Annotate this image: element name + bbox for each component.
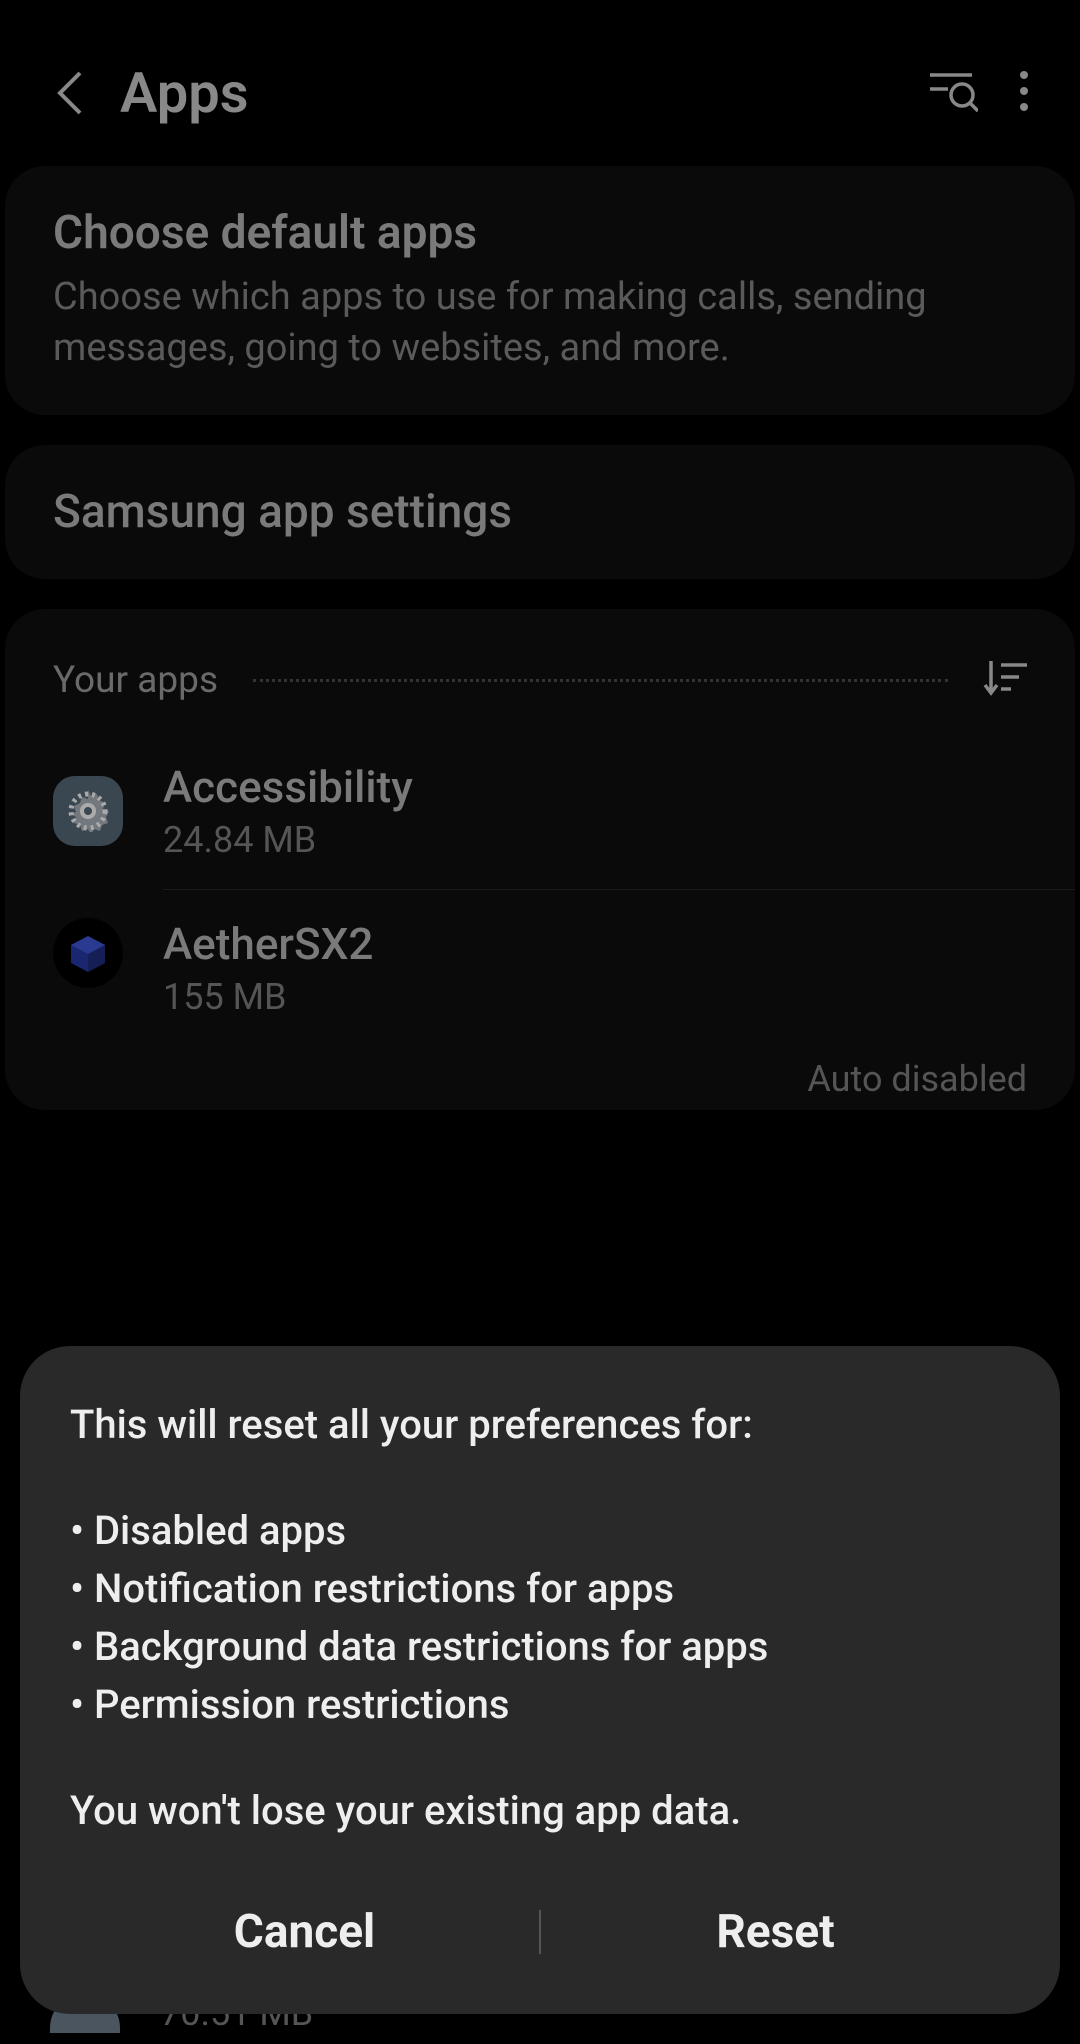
dialog-bullet: • Notification restrictions for apps bbox=[70, 1560, 1010, 1618]
dialog-intro: This will reset all your preferences for… bbox=[70, 1396, 1010, 1454]
dialog-footer: You won't lose your existing app data. bbox=[70, 1782, 1010, 1840]
reset-button[interactable]: Reset bbox=[541, 1885, 1010, 1979]
reset-dialog: This will reset all your preferences for… bbox=[20, 1346, 1060, 2014]
dialog-buttons: Cancel Reset bbox=[70, 1885, 1010, 2014]
dialog-bullet-text: Disabled apps bbox=[94, 1507, 346, 1554]
dialog-bullet: • Permission restrictions bbox=[70, 1676, 1010, 1734]
dialog-bullet: • Disabled apps bbox=[70, 1502, 1010, 1560]
dialog-overlay: This will reset all your preferences for… bbox=[0, 0, 1080, 2044]
cancel-button[interactable]: Cancel bbox=[70, 1885, 539, 1979]
dialog-bullet-text: Permission restrictions bbox=[94, 1681, 510, 1728]
dialog-bullet: • Background data restrictions for apps bbox=[70, 1618, 1010, 1676]
dialog-bullet-text: Notification restrictions for apps bbox=[94, 1565, 674, 1612]
dialog-bullet-text: Background data restrictions for apps bbox=[94, 1623, 768, 1670]
